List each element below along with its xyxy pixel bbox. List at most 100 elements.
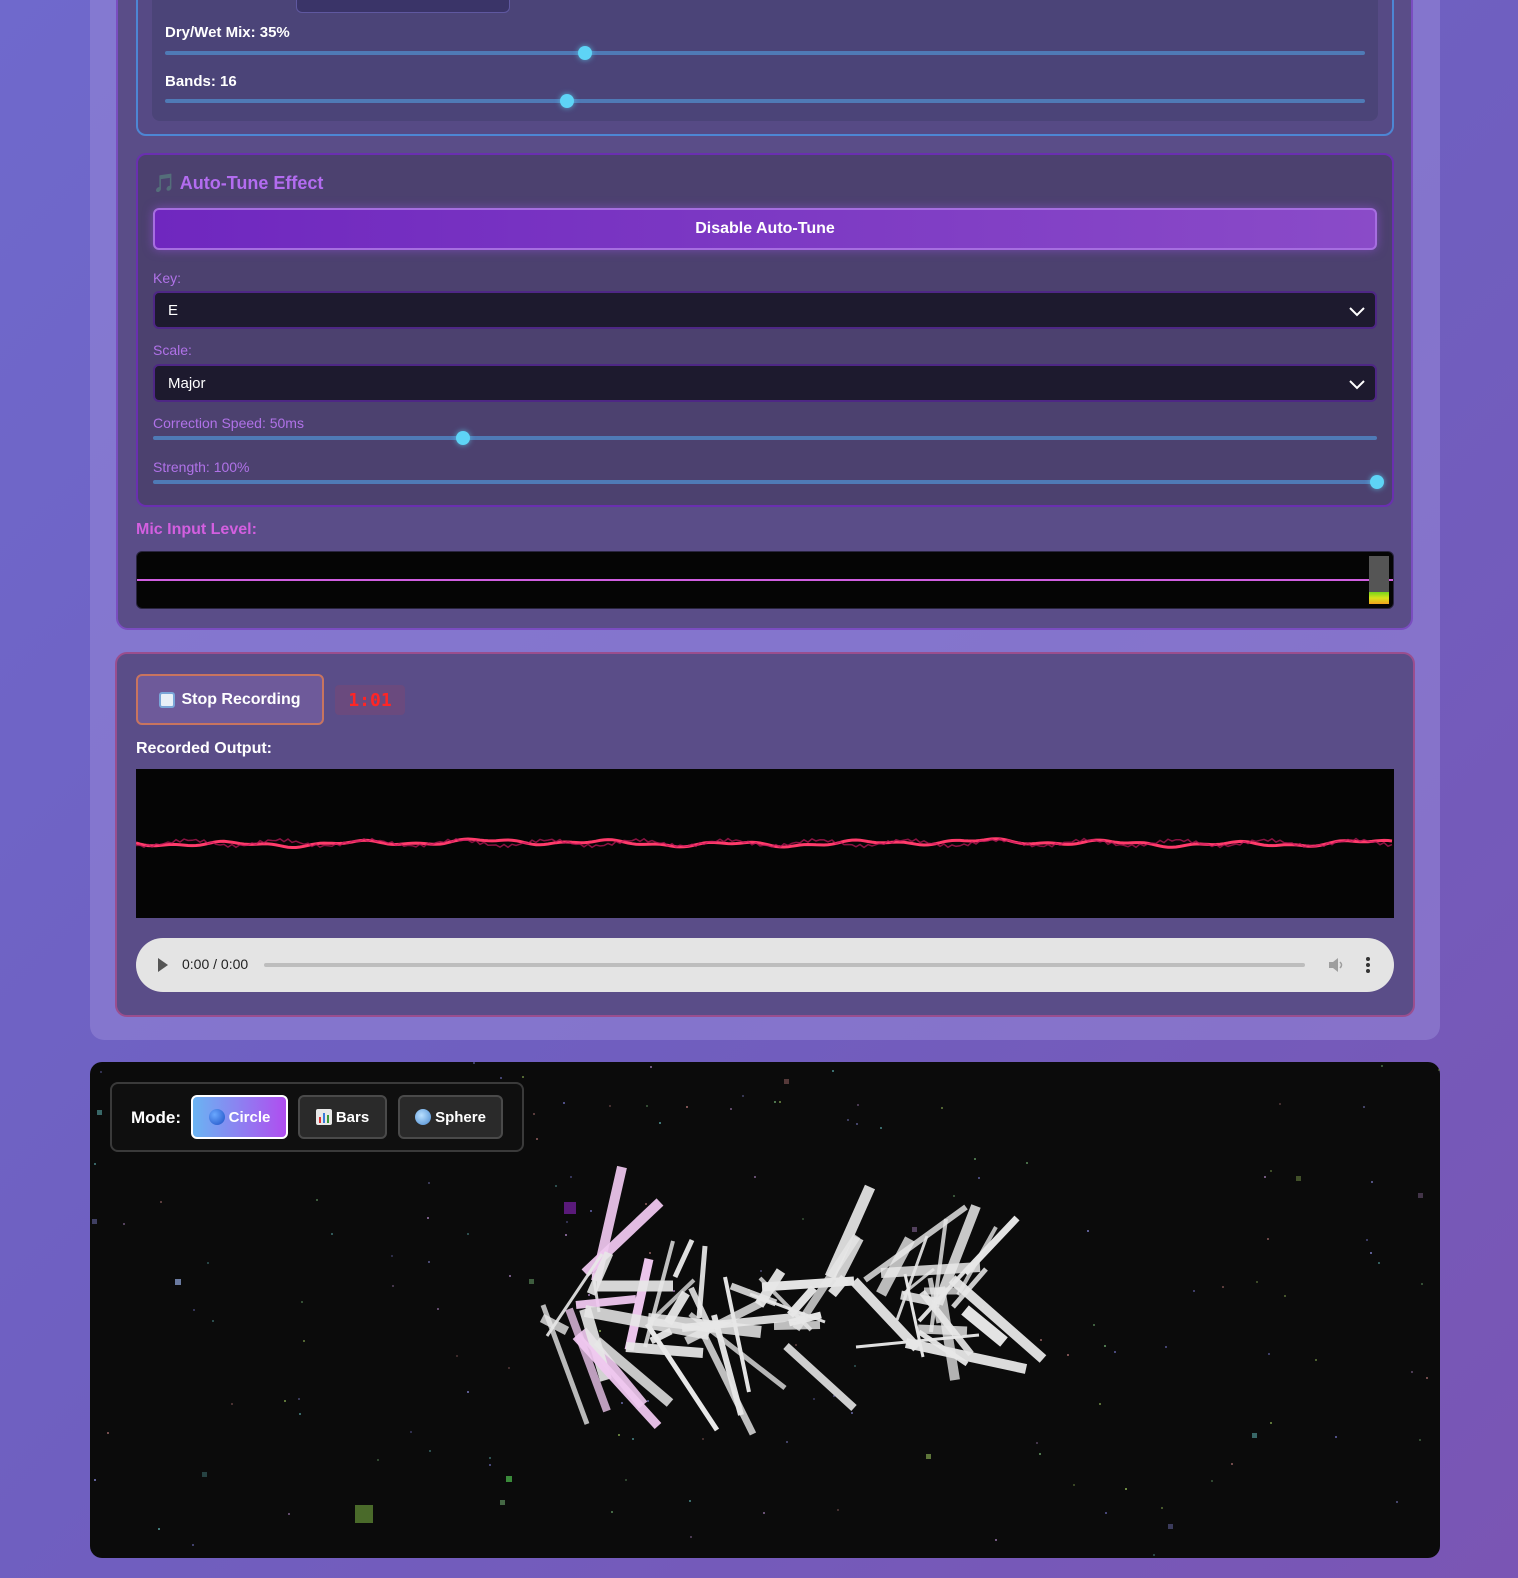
star-particle (618, 1434, 620, 1436)
player-progress-bar[interactable] (264, 963, 1305, 967)
correction-speed-thumb[interactable] (455, 431, 470, 445)
star-particle (941, 1107, 943, 1109)
star-particle (754, 1176, 756, 1178)
star-particle (926, 1454, 931, 1459)
star-particle (522, 1076, 524, 1078)
star-particle (565, 1234, 567, 1236)
star-particle (489, 1457, 491, 1459)
star-particle (298, 1398, 300, 1400)
mic-input-label: Mic Input Level: (136, 521, 257, 538)
mode-sphere-button[interactable]: Sphere (398, 1095, 503, 1139)
star-particle (1153, 1554, 1155, 1556)
star-particle (1396, 1501, 1398, 1503)
star-particle (331, 1233, 333, 1235)
carrier-select[interactable] (296, 0, 510, 13)
blue-circle-icon (208, 1109, 225, 1125)
star-particle (702, 1438, 704, 1440)
star-particle (303, 1340, 305, 1342)
star-particle (880, 1127, 882, 1129)
star-particle (774, 1101, 776, 1103)
star-particle (212, 1320, 214, 1322)
mode-bars-button[interactable]: Bars (298, 1095, 387, 1139)
star-particle (632, 1438, 634, 1440)
star-particle (1371, 1181, 1373, 1183)
star-particle (467, 1391, 469, 1393)
star-particle (802, 1218, 804, 1220)
bands-label: Bands: 16 (165, 73, 237, 90)
star-particle (1315, 1359, 1317, 1361)
star-particle (646, 1105, 648, 1107)
player-time: 0:00 / 0:00 (182, 956, 249, 972)
star-particle (730, 1108, 732, 1110)
star-particle (1193, 1290, 1195, 1292)
star-particle (92, 1219, 97, 1224)
star-particle (795, 1344, 797, 1346)
star-particle (1093, 1324, 1095, 1326)
star-particle (673, 1290, 675, 1292)
key-select[interactable]: E (153, 291, 1377, 329)
correction-speed-label: Correction Speed: 50ms (153, 415, 304, 431)
mode-bars-label: Bars (335, 1108, 370, 1126)
stop-recording-button[interactable]: Stop Recording (136, 674, 324, 725)
star-particle (1270, 1422, 1272, 1424)
volume-icon[interactable] (1326, 955, 1346, 975)
audio-player[interactable]: 0:00 / 0:00 (136, 938, 1394, 992)
star-particle (509, 1275, 511, 1277)
star-particle (1418, 1193, 1423, 1198)
star-particle (1099, 1403, 1101, 1405)
drywet-slider-thumb[interactable] (578, 46, 592, 60)
star-particle (500, 1077, 502, 1079)
frequency-bar (696, 1245, 708, 1319)
star-particle (529, 1279, 534, 1284)
more-options-icon[interactable] (1360, 955, 1376, 975)
star-particle (1270, 1170, 1272, 1172)
mode-circle-button[interactable]: Circle (191, 1095, 288, 1139)
bands-slider-thumb[interactable] (560, 94, 574, 108)
star-particle (94, 1163, 96, 1165)
star-particle (564, 1202, 576, 1214)
star-particle (912, 1227, 917, 1232)
mode-label: Mode: (131, 1108, 182, 1127)
star-particle (647, 1400, 649, 1402)
star-particle (1125, 1488, 1127, 1490)
star-particle (1296, 1176, 1301, 1181)
play-icon[interactable] (158, 958, 168, 972)
strength-label: Strength: 100% (153, 459, 250, 475)
star-particle (1268, 1353, 1270, 1355)
star-particle (107, 1432, 109, 1434)
disable-autotune-button[interactable]: Disable Auto-Tune (153, 208, 1377, 250)
autotune-title: 🎵 Auto-Tune Effect (153, 173, 324, 193)
star-particle (742, 1095, 744, 1097)
mode-sphere-label: Sphere (435, 1108, 486, 1126)
bands-slider-track[interactable] (165, 99, 1365, 103)
mic-level-fill (1369, 592, 1389, 604)
star-particle (779, 1101, 781, 1103)
star-particle (1073, 1484, 1075, 1486)
star-particle (1105, 1512, 1107, 1514)
globe-icon (415, 1109, 432, 1125)
star-particle (645, 1203, 647, 1205)
star-particle (1279, 1103, 1281, 1105)
star-particle (202, 1472, 207, 1477)
frequency-bar (880, 1262, 981, 1278)
key-label: Key: (153, 270, 182, 286)
bar-chart-icon (315, 1109, 332, 1125)
strength-track[interactable] (153, 480, 1377, 484)
star-particle (1370, 1252, 1372, 1254)
drywet-slider-track[interactable] (165, 51, 1365, 55)
scale-select[interactable]: Major (153, 364, 1377, 402)
star-particle (566, 1221, 568, 1223)
star-particle (1168, 1524, 1173, 1529)
star-particle (391, 1255, 393, 1257)
correction-speed-track[interactable] (153, 436, 1377, 440)
strength-thumb[interactable] (1370, 475, 1384, 489)
star-particle (590, 1210, 592, 1212)
star-particle (1426, 1377, 1428, 1379)
star-particle (1264, 1176, 1266, 1178)
star-particle (854, 1365, 856, 1367)
star-particle (97, 1110, 102, 1115)
star-particle (231, 1403, 233, 1405)
key-select-value: E (168, 301, 179, 319)
frequency-bar (917, 1324, 968, 1336)
star-particle (995, 1539, 997, 1541)
